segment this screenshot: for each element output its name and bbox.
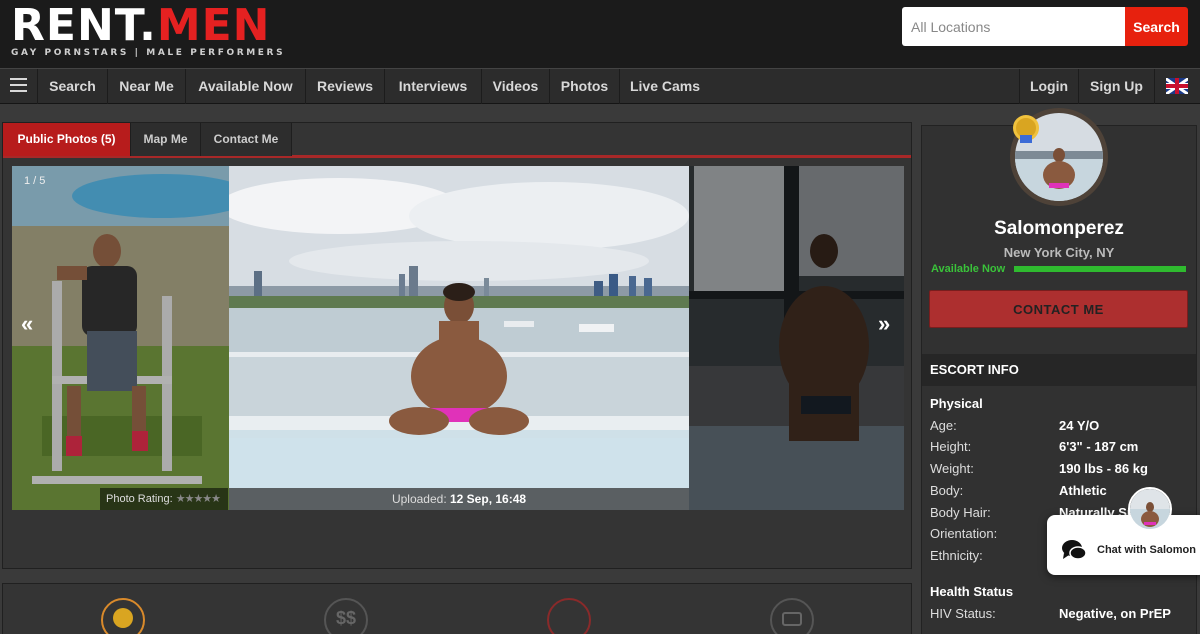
nav-item-available-now[interactable]: Available Now xyxy=(186,69,306,104)
main-nav: Search Near Me Available Now Reviews Int… xyxy=(0,68,1200,104)
location-search-input[interactable] xyxy=(902,7,1126,46)
ethnicity-label: Ethnicity: xyxy=(930,548,983,563)
age-value: 24 Y/O xyxy=(1059,418,1100,433)
gallery-photo-current[interactable] xyxy=(229,166,690,510)
nav-item-near-me[interactable]: Near Me xyxy=(108,69,186,104)
logo-men-text: MEN xyxy=(156,0,271,51)
nav-item-interviews[interactable]: Interviews xyxy=(385,69,482,104)
logo-tagline: GAY PORNSTARS | MALE PERFORMERS xyxy=(11,48,286,58)
nav-item-reviews[interactable]: Reviews xyxy=(306,69,385,104)
availability-status: Available Now xyxy=(931,263,1006,275)
weight-label: Weight: xyxy=(930,461,974,476)
hamburger-icon[interactable] xyxy=(0,69,38,104)
nav-item-live-cams[interactable]: Live Cams xyxy=(620,69,710,104)
height-label: Height: xyxy=(930,439,972,454)
award-icon[interactable] xyxy=(101,598,145,634)
profile-location: New York City, NY xyxy=(1003,245,1115,260)
search-button[interactable]: Search xyxy=(1125,7,1188,46)
availability-bar xyxy=(1014,266,1186,272)
photo-rating: Photo Rating: ★★★★★ xyxy=(100,488,228,510)
chat-label: Chat with Salomon xyxy=(1097,544,1196,556)
photo-carousel: 1 / 5 « » Photo Rating: ★★★★★ Uploaded: … xyxy=(12,166,904,510)
waterfront-photo xyxy=(229,166,690,510)
upload-info: Uploaded: 12 Sep, 16:48 xyxy=(229,488,689,510)
tab-contact-me[interactable]: Contact Me xyxy=(201,123,292,156)
physical-title: Physical xyxy=(930,396,983,411)
height-value: 6'3" - 187 cm xyxy=(1059,439,1139,454)
uploaded-date: 12 Sep, 16:48 xyxy=(450,492,527,506)
prev-photo-icon[interactable]: « xyxy=(21,311,33,337)
hiv-status-label: HIV Status: xyxy=(930,606,996,621)
next-photo-icon[interactable]: » xyxy=(878,311,890,337)
nav-item-photos[interactable]: Photos xyxy=(550,69,620,104)
uk-flag-icon[interactable] xyxy=(1166,78,1188,94)
logo-rent-text: RENT. xyxy=(11,0,157,51)
chat-avatar[interactable] xyxy=(1128,487,1172,531)
profile-tabs: Public Photos (5) Map Me Contact Me xyxy=(3,123,911,158)
signup-link[interactable]: Sign Up xyxy=(1079,69,1155,104)
body-value: Athletic xyxy=(1059,483,1107,498)
site-header: RENT.MEN GAY PORNSTARS | MALE PERFORMERS… xyxy=(0,0,1200,68)
hottub-photo xyxy=(689,166,904,510)
photos-panel: Public Photos (5) Map Me Contact Me 1 / … xyxy=(2,122,912,569)
camera-icon[interactable] xyxy=(770,598,814,634)
body-label: Body: xyxy=(930,483,964,498)
dollar-icon[interactable]: $$ xyxy=(324,598,368,634)
logo-wordmark: RENT.MEN xyxy=(11,4,285,48)
nav-item-videos[interactable]: Videos xyxy=(482,69,550,104)
chat-avatar-photo xyxy=(1130,489,1170,529)
photo-rating-label: Photo Rating: xyxy=(106,493,173,505)
site-logo[interactable]: RENT.MEN GAY PORNSTARS | MALE PERFORMERS xyxy=(11,4,286,59)
heart-icon[interactable] xyxy=(547,598,591,634)
body-hair-label: Body Hair: xyxy=(930,505,991,520)
nav-item-search[interactable]: Search xyxy=(38,69,108,104)
gallery-photo-next[interactable] xyxy=(689,166,904,510)
login-link[interactable]: Login xyxy=(1019,69,1079,104)
tab-public-photos[interactable]: Public Photos (5) xyxy=(3,123,131,156)
hiv-status-value: Negative, on PrEP xyxy=(1059,606,1171,621)
rating-stars-icon[interactable]: ★★★★★ xyxy=(176,493,221,505)
badges-panel: $$ xyxy=(2,583,912,634)
gym-photo xyxy=(12,166,230,510)
gallery-photo-prev[interactable] xyxy=(12,166,230,510)
escort-info-header: ESCORT INFO xyxy=(922,354,1196,386)
chat-bubble-icon xyxy=(1062,540,1087,560)
photo-counter: 1 / 5 xyxy=(24,175,46,187)
chat-widget[interactable]: Chat with Salomon xyxy=(1047,515,1200,575)
tab-map-me[interactable]: Map Me xyxy=(131,123,201,156)
health-status-title: Health Status xyxy=(930,584,1014,599)
age-label: Age: xyxy=(930,418,957,433)
contact-me-button[interactable]: CONTACT ME xyxy=(929,290,1188,328)
uploaded-label: Uploaded: xyxy=(391,492,447,506)
verified-award-icon xyxy=(1013,115,1039,143)
weight-value: 190 lbs - 86 kg xyxy=(1059,461,1148,476)
profile-name: Salomonperez xyxy=(994,218,1124,239)
orientation-label: Orientation: xyxy=(930,526,998,541)
